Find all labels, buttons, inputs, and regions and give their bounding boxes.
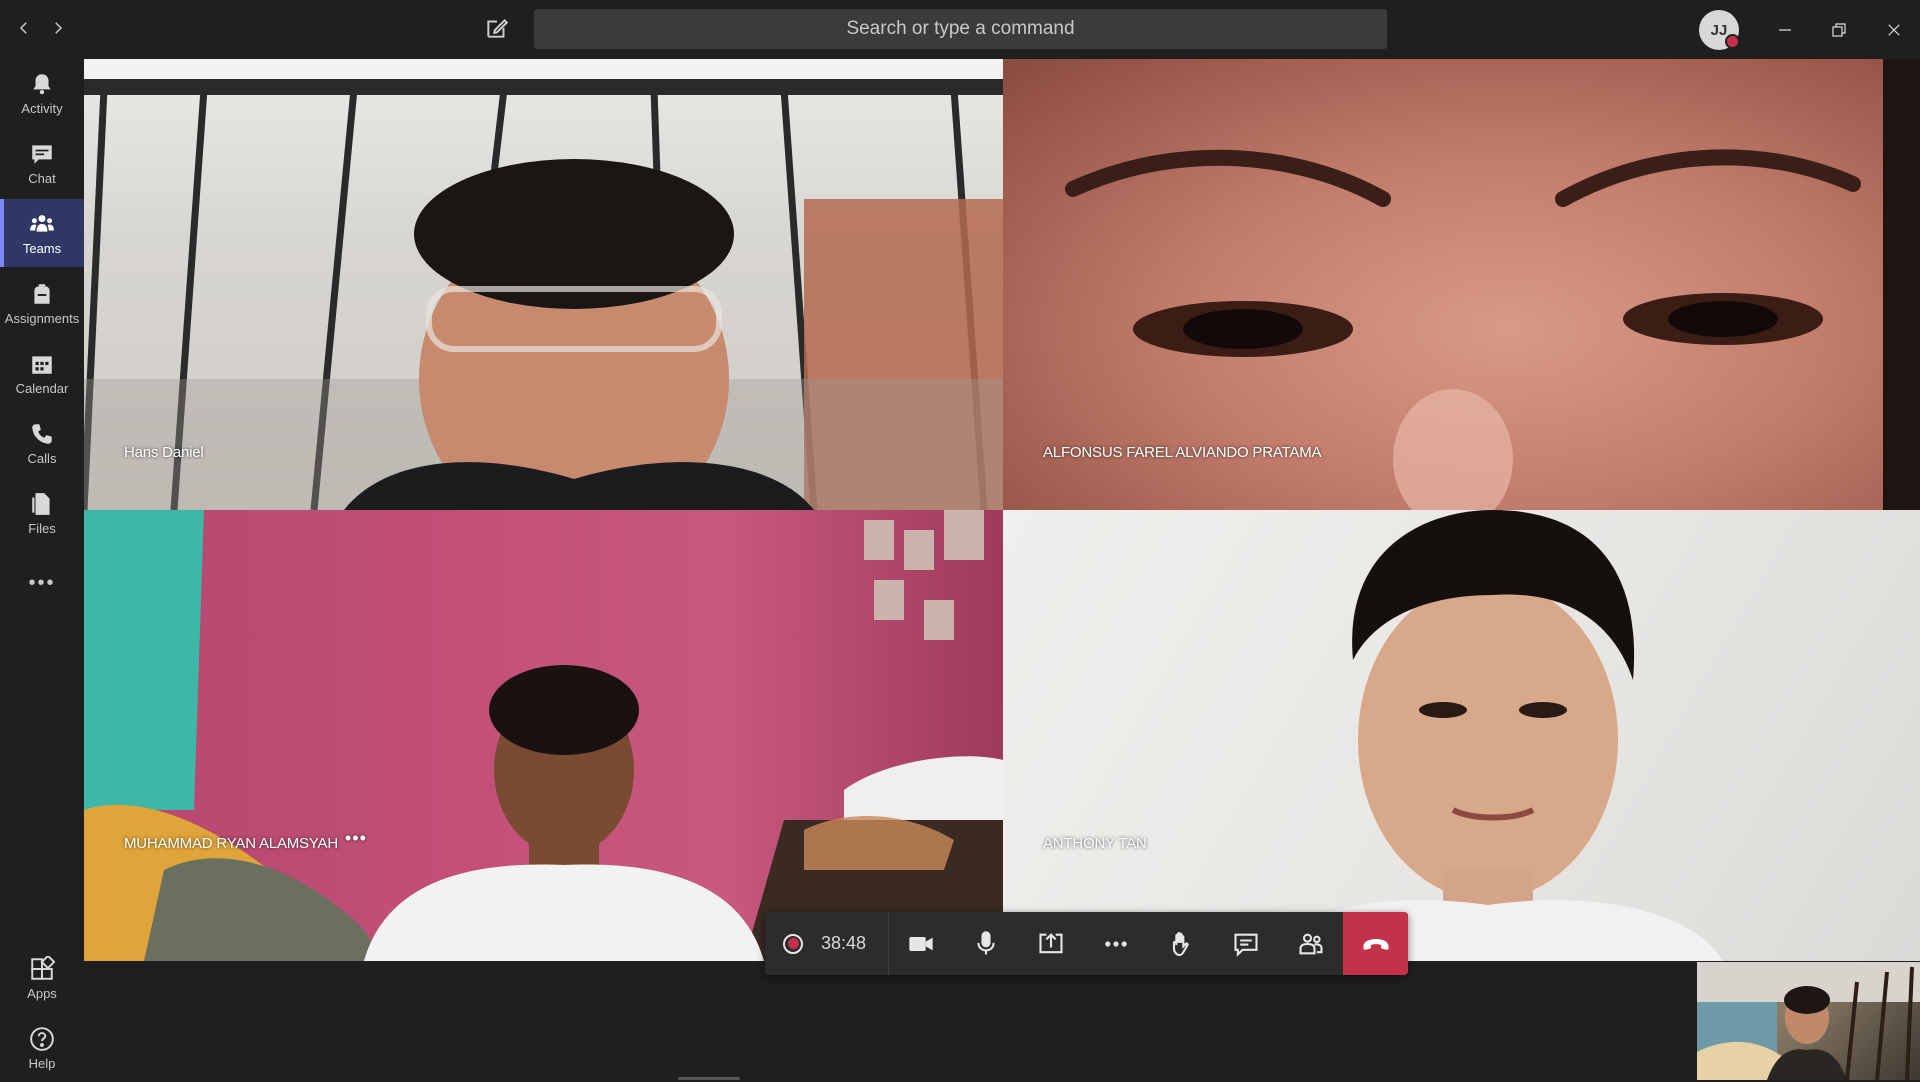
rail-item-activity[interactable]: Activity: [0, 59, 84, 127]
video-tile[interactable]: ALFONSUS FAREL ALVIANDO PRATAMA: [1003, 59, 1920, 510]
video-tile[interactable]: ANTHONY TAN: [1003, 510, 1920, 961]
apps-icon: [31, 955, 55, 980]
more-actions-button[interactable]: [1084, 912, 1149, 975]
participant-name: Hans Daniel: [124, 444, 204, 461]
hang-up-icon: [1363, 938, 1389, 950]
call-controls: 38:48: [765, 912, 1408, 975]
rail-item-teams[interactable]: Teams: [0, 199, 84, 267]
rail-item-calls[interactable]: Calls: [0, 409, 84, 477]
show-conversation-button[interactable]: [1213, 912, 1278, 975]
minimize-icon[interactable]: [1770, 15, 1800, 45]
participant-name: ANTHONY TAN: [1043, 835, 1147, 852]
share-screen-icon: [1039, 932, 1063, 953]
self-video-preview[interactable]: [1697, 962, 1920, 1080]
participants-icon: [1299, 933, 1323, 954]
compose-icon[interactable]: [484, 15, 512, 43]
title-bar: Search or type a command JJ: [0, 0, 1920, 59]
app-rail: Activity Chat Teams Assignments Calendar…: [0, 59, 84, 1080]
presence-status-icon: [1725, 34, 1740, 49]
meeting-stage: Hans Daniel ALFONSUS FAREL ALVIANDO PRAT…: [84, 59, 1920, 1080]
rail-label: Assignments: [4, 310, 80, 326]
phone-icon: [32, 423, 52, 444]
chat-icon: [32, 144, 52, 164]
show-participants-button[interactable]: [1278, 912, 1343, 975]
rail-label: Files: [28, 520, 56, 536]
participant-name: MUHAMMAD RYAN ALAMSYAH: [124, 835, 338, 852]
share-screen-button[interactable]: [1019, 912, 1084, 975]
backpack-icon: [34, 283, 50, 304]
rail-item-help[interactable]: Help: [0, 1014, 84, 1082]
chat-bubble-icon: [1234, 933, 1258, 957]
microphone-button[interactable]: [954, 912, 1019, 975]
hang-up-button[interactable]: [1343, 912, 1408, 975]
video-tile[interactable]: MUHAMMAD RYAN ALAMSYAH •••: [84, 510, 1003, 961]
rail-item-assignments[interactable]: Assignments: [0, 269, 84, 337]
rail-label: Chat: [28, 170, 56, 186]
microphone-icon: [977, 930, 995, 954]
more-dots-icon: •••: [28, 571, 56, 594]
back-arrow-icon[interactable]: [12, 16, 36, 40]
close-icon[interactable]: [1879, 15, 1909, 45]
file-icon: [32, 492, 50, 515]
office-background: [84, 59, 1003, 510]
participant-video-background: [1253, 510, 1723, 961]
rail-label: Help: [28, 1055, 56, 1071]
camera-icon: [909, 936, 933, 951]
rail-item-apps[interactable]: Apps: [0, 944, 84, 1012]
recording-icon: [783, 933, 803, 954]
rail-label: Apps: [27, 985, 57, 1001]
calendar-icon: [32, 355, 52, 374]
avatar-initials: JJ: [1710, 21, 1728, 39]
participant-more-button[interactable]: •••: [345, 828, 367, 849]
raise-hand-button[interactable]: [1148, 912, 1213, 975]
teams-icon: [30, 214, 54, 232]
rail-item-chat[interactable]: Chat: [0, 129, 84, 197]
rail-label: Activity: [21, 100, 63, 116]
restore-icon[interactable]: [1824, 15, 1854, 45]
rail-item-files[interactable]: Files: [0, 479, 84, 547]
rail-label: Teams: [22, 240, 62, 256]
raise-hand-icon: [1172, 931, 1189, 956]
bedroom-background: [84, 510, 1003, 961]
search-input[interactable]: Search or type a command: [534, 9, 1387, 49]
self-video-feed: [1697, 962, 1920, 1080]
help-icon: [30, 1026, 54, 1051]
bell-icon: [33, 73, 51, 94]
call-duration: 38:48: [821, 933, 867, 953]
call-timer: 38:48: [765, 912, 889, 975]
forward-arrow-icon[interactable]: [46, 16, 70, 40]
rail-label: Calendar: [15, 380, 69, 396]
search-placeholder: Search or type a command: [846, 18, 1075, 39]
video-tile[interactable]: Hans Daniel: [84, 59, 1003, 510]
participant-name: ALFONSUS FAREL ALVIANDO PRATAMA: [1043, 444, 1322, 461]
more-apps-button[interactable]: •••: [0, 549, 84, 617]
rail-item-calendar[interactable]: Calendar: [0, 339, 84, 407]
face-closeup: [1065, 59, 1920, 510]
camera-button[interactable]: [889, 912, 954, 975]
more-icon: [1105, 940, 1127, 947]
rail-label: Calls: [27, 450, 57, 466]
